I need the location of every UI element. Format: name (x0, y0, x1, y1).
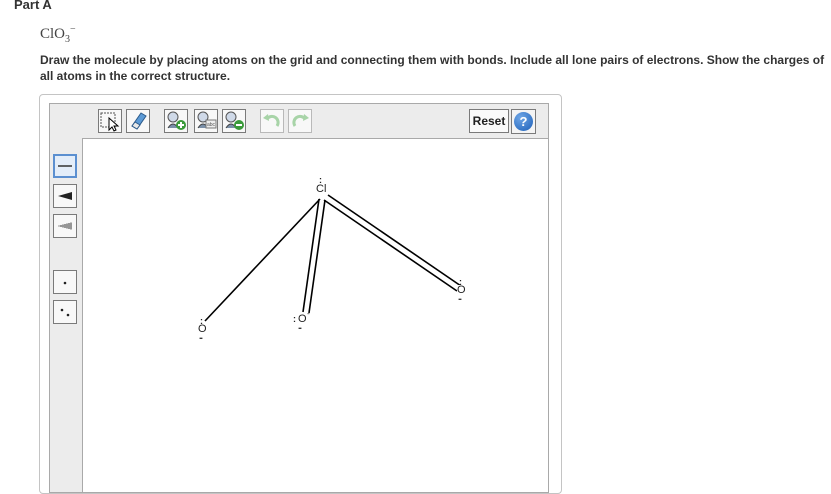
bond-cl-o1[interactable] (204, 198, 321, 322)
atom-label-tool[interactable]: abc (194, 109, 218, 133)
wedge-bond-icon (58, 192, 72, 200)
hash-bond-icon (58, 222, 72, 230)
help-button[interactable]: ? (511, 109, 536, 134)
formula-charge: − (70, 24, 76, 35)
lone-pair-tool[interactable] (53, 300, 77, 324)
select-tool[interactable] (98, 109, 122, 133)
atom-minus-icon (225, 111, 244, 130)
single-bond-tool[interactable] (53, 154, 77, 178)
single-bond-icon (58, 165, 72, 167)
o2-lone-pair-left: : (293, 314, 296, 324)
part-title: Part A (14, 0, 52, 12)
instructions: Draw the molecule by placing atoms on th… (40, 53, 825, 83)
editor-toolbar: abc Reset ? (50, 104, 548, 139)
wedge-bond-tool[interactable] (53, 184, 77, 208)
bond-cl-o2[interactable] (302, 198, 326, 314)
redo-icon (292, 114, 309, 127)
o3-lone-pair-bottom: .. (458, 292, 462, 302)
o2-lone-pair-bottom: .. (298, 321, 302, 331)
reset-button[interactable]: Reset (469, 109, 509, 133)
radical-tool[interactable] (53, 270, 77, 294)
hash-bond-tool[interactable] (53, 214, 77, 238)
add-charge-tool[interactable] (164, 109, 188, 133)
molecule-editor: abc Reset ?: Cl: O ..: O - ..: O .. (49, 103, 549, 493)
select-arrow-icon (100, 112, 120, 132)
eraser-icon (131, 112, 147, 130)
o1-lone-pair-bottom: .. (199, 331, 203, 341)
undo-button[interactable] (260, 109, 284, 133)
atom-plus-icon (167, 111, 186, 130)
lone-pair-icon (60, 308, 70, 317)
drawing-canvas[interactable]: : Cl : O .. : O - .. : O .. (83, 139, 548, 492)
formula: ClO3− (40, 24, 76, 45)
atom-cl[interactable]: Cl (316, 184, 327, 195)
editor-sidebar (50, 138, 83, 492)
svg-text:abc: abc (207, 122, 216, 128)
bond-cl-o3[interactable] (323, 194, 462, 292)
erase-tool[interactable] (126, 109, 150, 133)
redo-button[interactable] (288, 109, 312, 133)
atom-label-icon: abc (197, 111, 217, 129)
formula-base: ClO (40, 26, 66, 42)
formula-subscript: 3 (65, 34, 71, 45)
single-dot-icon (63, 281, 67, 285)
remove-charge-tool[interactable] (222, 109, 246, 133)
undo-icon (263, 114, 280, 127)
help-icon: ? (514, 112, 533, 131)
o2-charge: - (307, 309, 310, 318)
